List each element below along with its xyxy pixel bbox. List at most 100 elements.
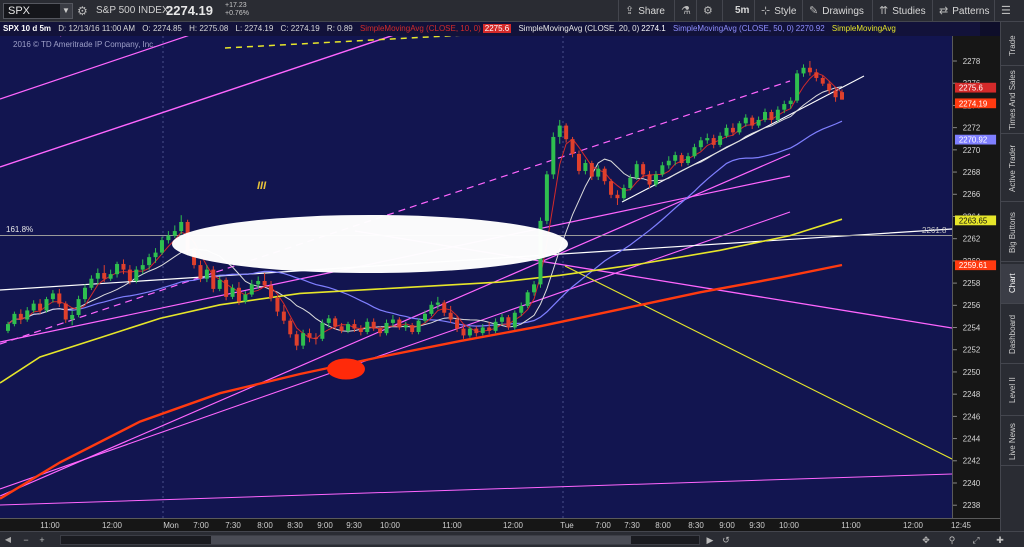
magnify-icon[interactable]: ⚲ [946,534,958,546]
side-tab-times-and-sales[interactable]: Times And Sales [1001,68,1024,134]
candle-body [525,292,530,306]
y-tick-label: 2252 [963,346,980,355]
menu-icon: ☰ [1001,5,1011,17]
y-tick-label: 2248 [963,390,981,399]
candle-body [403,325,408,328]
trend-line-white[interactable] [621,75,865,203]
channel-line-dashed[interactable] [0,80,791,345]
x-tick-label: 7:30 [225,521,241,530]
side-tab-big-buttons[interactable]: Big Buttons [1001,204,1024,262]
candle-body [390,319,395,323]
side-tab-chart[interactable]: Chart [1001,264,1024,304]
studies-icon: ⇈ [879,5,889,17]
candle-body [551,136,556,175]
candle-body [281,311,286,321]
change-pct: +0.76% [225,10,249,17]
x-tick-label: 9:00 [719,521,735,530]
zoom-out-icon[interactable]: − [20,534,32,546]
x-tick-label: 7:00 [595,521,611,530]
side-tab-active-trader[interactable]: Active Trader [1001,136,1024,202]
x-tick-label: 12:45 [950,521,972,530]
candle-body [371,321,376,329]
candle-body [172,231,177,236]
candle-body [557,125,562,137]
candle-body [18,313,23,320]
scroll-thumb[interactable] [211,536,631,544]
candle-body [127,269,132,281]
drawings-button[interactable]: ✎ Drawings [802,0,872,22]
interval-selector[interactable]: 5m [722,0,754,22]
wave-label: III [257,180,267,192]
scroll-left-icon[interactable]: ◀ [3,535,13,545]
zoom-in-icon[interactable]: + [36,534,48,546]
sma10-line [7,72,843,340]
price-chart[interactable]: III 161.8% 2261.8 2016 © TD Ameritrade I… [0,36,952,518]
candle-body [544,174,549,221]
candle-body [63,303,68,320]
y-tick-label: 2242 [963,457,980,466]
side-tab-live-news[interactable]: Live News [1001,418,1024,466]
x-tick-label: 9:00 [317,521,333,530]
price-axis[interactable]: 2278227622742272227022682266226422622260… [952,36,1000,518]
candle-body [705,138,710,141]
bar-open: O: 2274.85 [142,24,182,33]
reset-icon[interactable]: ↺ [720,534,732,546]
candle-body [397,319,402,328]
candle-body [763,111,768,120]
candle-body [480,327,485,334]
x-tick-label: 12:00 [101,521,123,530]
style-button[interactable]: ⊹ Style [754,0,802,22]
side-tab-dashboard[interactable]: Dashboard [1001,306,1024,364]
menu-button[interactable]: ☰ [994,0,1024,22]
x-tick-label: 11:00 [841,521,861,530]
candle-body [833,90,838,98]
candle-body [532,284,537,293]
studies-button[interactable]: ⇈ Studies [872,0,932,22]
candle-body [198,265,203,279]
settings-button[interactable]: ⚙ [696,0,722,22]
patterns-button[interactable]: ⇄ Patterns [932,0,994,22]
candle-body [57,293,62,304]
side-tab-trade[interactable]: Trade [1001,26,1024,66]
candle-body [159,240,164,253]
candle-body [653,174,658,185]
flask-button[interactable]: ⚗ [674,0,696,22]
highlight-ellipse[interactable] [172,215,568,273]
cursor-icon[interactable]: ✚ [994,534,1006,546]
expand-icon[interactable]: ⤢ [970,534,982,546]
x-tick-label: 8:30 [688,521,704,530]
trend-line-yellow[interactable] [564,265,952,463]
candle-body [461,328,466,336]
scroll-track[interactable] [60,535,700,545]
scroll-right-icon[interactable]: ▶ [704,534,716,546]
marker-dot[interactable] [327,358,365,380]
gear-icon[interactable]: ⚙ [77,4,91,18]
channel-line[interactable] [0,153,791,497]
symbol-input[interactable]: SPX ▼ [3,3,73,19]
sma-more-label: SimpleMovingAvg [831,24,896,33]
candle-body [795,73,800,101]
fib-label: 161.8% [6,225,33,234]
sma10-label: SimpleMovingAvg (CLOSE, 10, 0) [359,24,481,33]
candle-body [89,278,94,288]
symbol-dropdown-icon[interactable]: ▼ [60,4,72,18]
candle-body [519,305,524,313]
share-button[interactable]: ⇪ Share [618,0,674,22]
candle-body [743,117,748,124]
side-tab-level-ii[interactable]: Level II [1001,366,1024,416]
x-tick-label: 11:00 [442,521,462,530]
pencil-icon: ✎ [809,5,819,17]
candle-body [467,328,472,336]
candle-body [820,77,825,84]
candle-body [410,325,415,333]
x-tick-label: 9:30 [346,521,362,530]
gear-icon: ⚙ [703,5,713,17]
channel-line[interactable] [0,36,600,168]
drag-icon[interactable]: ✥ [920,534,932,546]
candle-body [769,111,774,120]
time-axis[interactable]: 11:00 12:00 Mon 7:00 7:30 8:00 8:30 9:00 9:30 10:… [0,518,1000,531]
interval-label: 5m [735,5,750,16]
candle-body [750,117,755,126]
channel-line[interactable] [0,473,952,506]
patterns-icon: ⇄ [939,5,949,17]
